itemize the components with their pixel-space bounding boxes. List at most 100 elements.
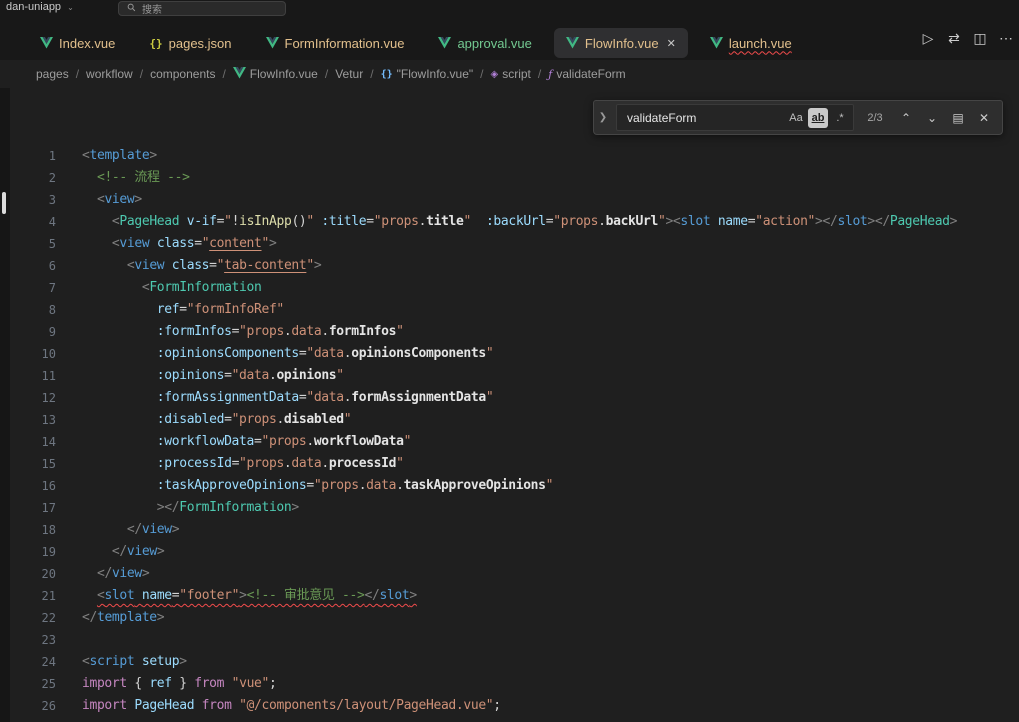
line-content: ref="formInfoRef" bbox=[56, 299, 284, 321]
title-bar: dan-uniapp ⌄ 搜索 bbox=[0, 0, 1019, 16]
project-menu[interactable]: dan-uniapp ⌄ bbox=[6, 1, 74, 13]
code-line: 25import { ref } from "vue"; bbox=[0, 673, 1019, 695]
breadcrumb: pages / workflow / components / FlowInfo.vue / V… bbox=[0, 60, 1019, 88]
breadcrumb-item-workflow[interactable]: workflow bbox=[86, 67, 133, 81]
next-match-icon[interactable]: ⌄ bbox=[922, 108, 942, 128]
tab-label: approval.vue bbox=[457, 36, 531, 51]
split-editor-icon[interactable]: ◫ bbox=[967, 30, 993, 47]
previous-match-icon[interactable]: ⌃ bbox=[896, 108, 916, 128]
object-icon: {} bbox=[381, 69, 393, 80]
breadcrumb-separator: / bbox=[140, 67, 143, 81]
breadcrumb-label: workflow bbox=[86, 67, 133, 81]
code-line: 9 :formInfos="props.data.formInfos" bbox=[0, 321, 1019, 343]
match-case-button[interactable]: Aa bbox=[786, 108, 806, 128]
open-changes-icon[interactable]: ⇄ bbox=[941, 30, 967, 47]
sidebar-indicator bbox=[2, 192, 6, 214]
code-line: 23 bbox=[0, 629, 1019, 651]
vue-icon bbox=[566, 37, 579, 49]
breadcrumb-item-flowinfo-vue[interactable]: {}"FlowInfo.vue" bbox=[381, 67, 474, 81]
code-line: 16 :taskApproveOpinions="props.data.task… bbox=[0, 475, 1019, 497]
regex-button[interactable]: .* bbox=[830, 108, 850, 128]
breadcrumb-label: components bbox=[150, 67, 215, 81]
line-content: :formInfos="props.data.formInfos" bbox=[56, 321, 404, 343]
json-icon: {} bbox=[149, 37, 162, 50]
breadcrumb-separator: / bbox=[480, 67, 483, 81]
vue-icon bbox=[266, 37, 279, 49]
find-options: Aaab.* bbox=[786, 108, 850, 128]
tab-label: pages.json bbox=[169, 36, 232, 51]
breadcrumb-label: script bbox=[502, 67, 531, 81]
breadcrumb-separator: / bbox=[370, 67, 373, 81]
code-line: 17 ></FormInformation> bbox=[0, 497, 1019, 519]
tab-label: FormInformation.vue bbox=[285, 36, 405, 51]
tab-bar: Index.vue {} pages.json FormInformation.vue… bbox=[0, 16, 1019, 60]
breadcrumb-item-script[interactable]: ◈script bbox=[491, 67, 531, 81]
find-buttons: ⌃ ⌄ ▤ ✕ bbox=[896, 108, 994, 128]
code-line: 22</template> bbox=[0, 607, 1019, 629]
breadcrumb-label: FlowInfo.vue bbox=[250, 67, 318, 81]
line-content: ></FormInformation> bbox=[56, 497, 299, 519]
code-line: 7 <FormInformation bbox=[0, 277, 1019, 299]
chevron-down-icon: ⌄ bbox=[67, 3, 74, 12]
breadcrumb-separator: / bbox=[222, 67, 225, 81]
find-match-count: 2/3 bbox=[862, 112, 888, 124]
close-find-icon[interactable]: ✕ bbox=[974, 108, 994, 128]
line-content: <template> bbox=[56, 145, 157, 167]
line-content: </template> bbox=[56, 607, 164, 629]
sidebar-edge bbox=[0, 88, 10, 722]
code-line: 14 :workflowData="props.workflowData" bbox=[0, 431, 1019, 453]
more-actions-icon[interactable]: ⋯ bbox=[993, 30, 1019, 47]
code-line: 3 <view> bbox=[0, 189, 1019, 211]
line-content: :taskApproveOpinions="props.data.taskApp… bbox=[56, 475, 553, 497]
tab-label: launch.vue bbox=[729, 36, 792, 51]
run-icon[interactable]: ▷ bbox=[915, 30, 941, 47]
code-line: 10 :opinionsComponents="data.opinionsCom… bbox=[0, 343, 1019, 365]
line-content: :opinionsComponents="data.opinionsCompon… bbox=[56, 343, 493, 365]
line-content: :disabled="props.disabled" bbox=[56, 409, 351, 431]
tab-launch-vue[interactable]: launch.vue bbox=[698, 28, 804, 58]
code-line: 21 <slot name="footer"><!-- 审批意见 --></sl… bbox=[0, 585, 1019, 607]
breadcrumb-item-flowinfo-vue[interactable]: FlowInfo.vue bbox=[233, 67, 318, 82]
line-content: :processId="props.data.processId" bbox=[56, 453, 404, 475]
line-content: <!-- 流程 --> bbox=[56, 167, 190, 189]
command-center-search[interactable]: 搜索 bbox=[118, 1, 286, 16]
line-content: <view class="content"> bbox=[56, 233, 276, 255]
code-lines: 1<template>2 <!-- 流程 -->3 <view>4 <PageH… bbox=[0, 88, 1019, 717]
line-content: import { ref } from "vue"; bbox=[56, 673, 277, 695]
line-content: <slot name="footer"><!-- 审批意见 --></slot> bbox=[56, 585, 417, 607]
toggle-replace-icon[interactable]: ❯ bbox=[598, 112, 608, 123]
tab-approval-vue[interactable]: approval.vue bbox=[426, 28, 543, 58]
find-in-selection-icon[interactable]: ▤ bbox=[948, 108, 968, 128]
code-line: 2 <!-- 流程 --> bbox=[0, 167, 1019, 189]
tab-flowinfo-vue[interactable]: FlowInfo.vue✕ bbox=[554, 28, 688, 58]
line-content: :workflowData="props.workflowData" bbox=[56, 431, 411, 453]
close-icon[interactable]: ✕ bbox=[667, 37, 676, 50]
breadcrumb-separator: / bbox=[538, 67, 541, 81]
code-line: 18 </view> bbox=[0, 519, 1019, 541]
vue-icon bbox=[438, 37, 451, 49]
breadcrumb-item-pages[interactable]: pages bbox=[36, 67, 69, 81]
find-input[interactable] bbox=[625, 110, 786, 126]
code-editor[interactable]: 1<template>2 <!-- 流程 -->3 <view>4 <PageH… bbox=[0, 88, 1019, 717]
breadcrumb-item-components[interactable]: components bbox=[150, 67, 215, 81]
whole-word-button[interactable]: ab bbox=[808, 108, 828, 128]
breadcrumb-item-validateform[interactable]: ƒ validateForm bbox=[548, 67, 625, 81]
code-line: 24<script setup> bbox=[0, 651, 1019, 673]
code-line: 11 :opinions="data.opinions" bbox=[0, 365, 1019, 387]
tab-index-vue[interactable]: Index.vue bbox=[28, 28, 127, 58]
vscode-window: dan-uniapp ⌄ 搜索 Index.vue {} pages.json For… bbox=[0, 0, 1019, 722]
tab-pages-json[interactable]: {} pages.json bbox=[137, 28, 243, 58]
code-line: 19 </view> bbox=[0, 541, 1019, 563]
search-icon bbox=[127, 3, 136, 15]
vue-icon bbox=[710, 37, 723, 49]
code-line: 1<template> bbox=[0, 145, 1019, 167]
breadcrumb-item-vetur[interactable]: Vetur bbox=[335, 67, 363, 81]
tab-label: Index.vue bbox=[59, 36, 115, 51]
code-line: 13 :disabled="props.disabled" bbox=[0, 409, 1019, 431]
line-content: </view> bbox=[56, 519, 179, 541]
breadcrumb-label: validateForm bbox=[556, 67, 625, 81]
symbol-function-icon: ƒ bbox=[548, 68, 552, 81]
breadcrumb-separator: / bbox=[325, 67, 328, 81]
editor-actions: ▷⇄◫⋯ bbox=[915, 16, 1019, 60]
tab-forminformation-vue[interactable]: FormInformation.vue bbox=[254, 28, 417, 58]
